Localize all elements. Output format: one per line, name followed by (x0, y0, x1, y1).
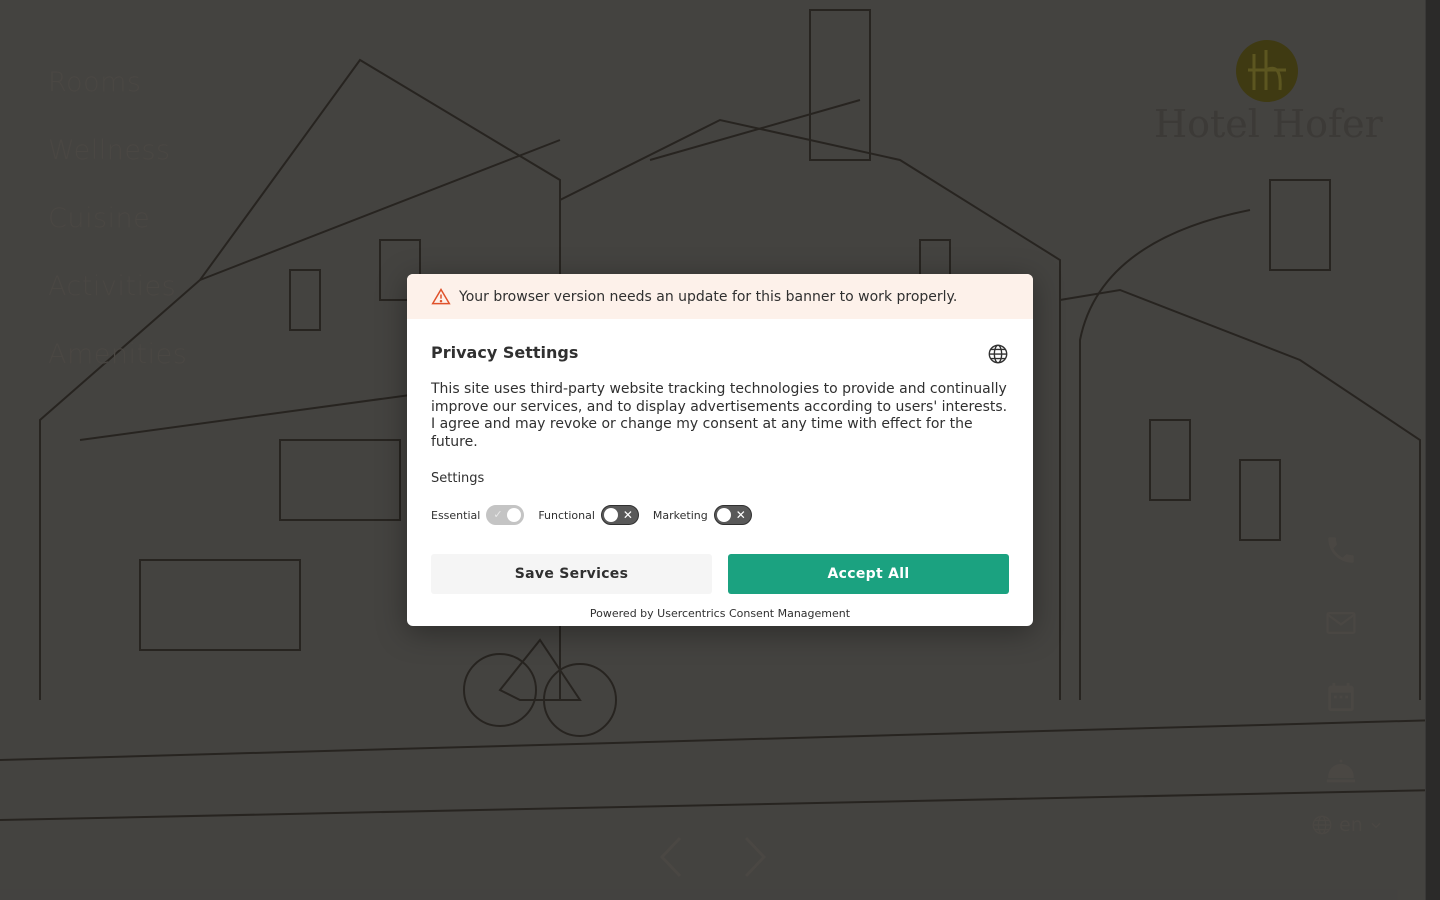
check-icon: ✓ (493, 508, 503, 521)
warning-text: Your browser version needs an update for… (459, 288, 958, 305)
close-icon: ✕ (735, 508, 746, 522)
logo-emblem-icon (1236, 40, 1298, 102)
nav-item-cuisine[interactable]: Cuisine (48, 200, 187, 268)
toggle-functional: Functional ✕ (538, 505, 639, 525)
settings-heading: Settings (431, 471, 485, 486)
toggle-marketing-label: Marketing (652, 508, 708, 522)
consent-toggles: Essential ✓ Functional ✕ Marketing ✕ (431, 505, 1009, 525)
close-icon: ✕ (622, 508, 633, 522)
nav-item-rooms[interactable]: Rooms (48, 64, 187, 132)
page-scrollbar[interactable] (1425, 0, 1440, 900)
phone-icon[interactable] (1324, 533, 1358, 567)
nav-item-activities[interactable]: Activities (48, 268, 187, 336)
main-navigation: Rooms Wellness Cuisine Activities Amenit… (48, 64, 187, 404)
switch-knob (716, 508, 731, 522)
language-current: en (1339, 814, 1363, 836)
powered-by-link[interactable]: Powered by Usercentrics Consent Manageme… (431, 607, 1009, 620)
save-services-button[interactable]: Save Services (431, 554, 712, 594)
reception-bell-icon[interactable] (1324, 754, 1358, 788)
functional-switch[interactable]: ✕ (600, 505, 639, 525)
chevron-down-icon (1371, 822, 1381, 829)
language-selector[interactable]: en (1311, 812, 1383, 838)
dialog-title: Privacy Settings (431, 343, 579, 362)
dialog-actions: Save Services Accept All (431, 554, 1009, 594)
slider-next-arrow-icon[interactable] (738, 834, 772, 880)
warning-triangle-icon (431, 287, 451, 304)
essential-switch[interactable]: ✓ (486, 505, 525, 525)
marketing-switch[interactable]: ✕ (713, 505, 752, 525)
accept-all-button[interactable]: Accept All (728, 554, 1009, 594)
language-globe-icon[interactable] (987, 343, 1009, 365)
mail-icon[interactable] (1324, 606, 1358, 640)
logo-wordmark: Hotel Hofer (1154, 102, 1383, 146)
dialog-description: This site uses third-party website track… (431, 381, 1008, 450)
browser-update-warning: Your browser version needs an update for… (407, 274, 1033, 319)
toggle-functional-label: Functional (538, 508, 595, 522)
globe-icon (1312, 815, 1332, 835)
calendar-icon[interactable] (1324, 680, 1358, 714)
hotel-logo[interactable]: Hotel Hofer (1150, 36, 1390, 146)
privacy-consent-dialog: Your browser version needs an update for… (407, 274, 1033, 626)
slider-prev-arrow-icon[interactable] (654, 834, 688, 880)
toggle-essential-label: Essential (431, 508, 481, 522)
toggle-marketing: Marketing ✕ (653, 505, 752, 525)
switch-knob (603, 508, 618, 522)
switch-knob (507, 508, 522, 522)
toggle-essential: Essential ✓ (431, 505, 525, 525)
nav-item-wellness[interactable]: Wellness (48, 132, 187, 200)
nav-item-amenities[interactable]: Amenities (48, 336, 187, 404)
dialog-body: Privacy Settings This site uses third-pa… (407, 319, 1033, 620)
